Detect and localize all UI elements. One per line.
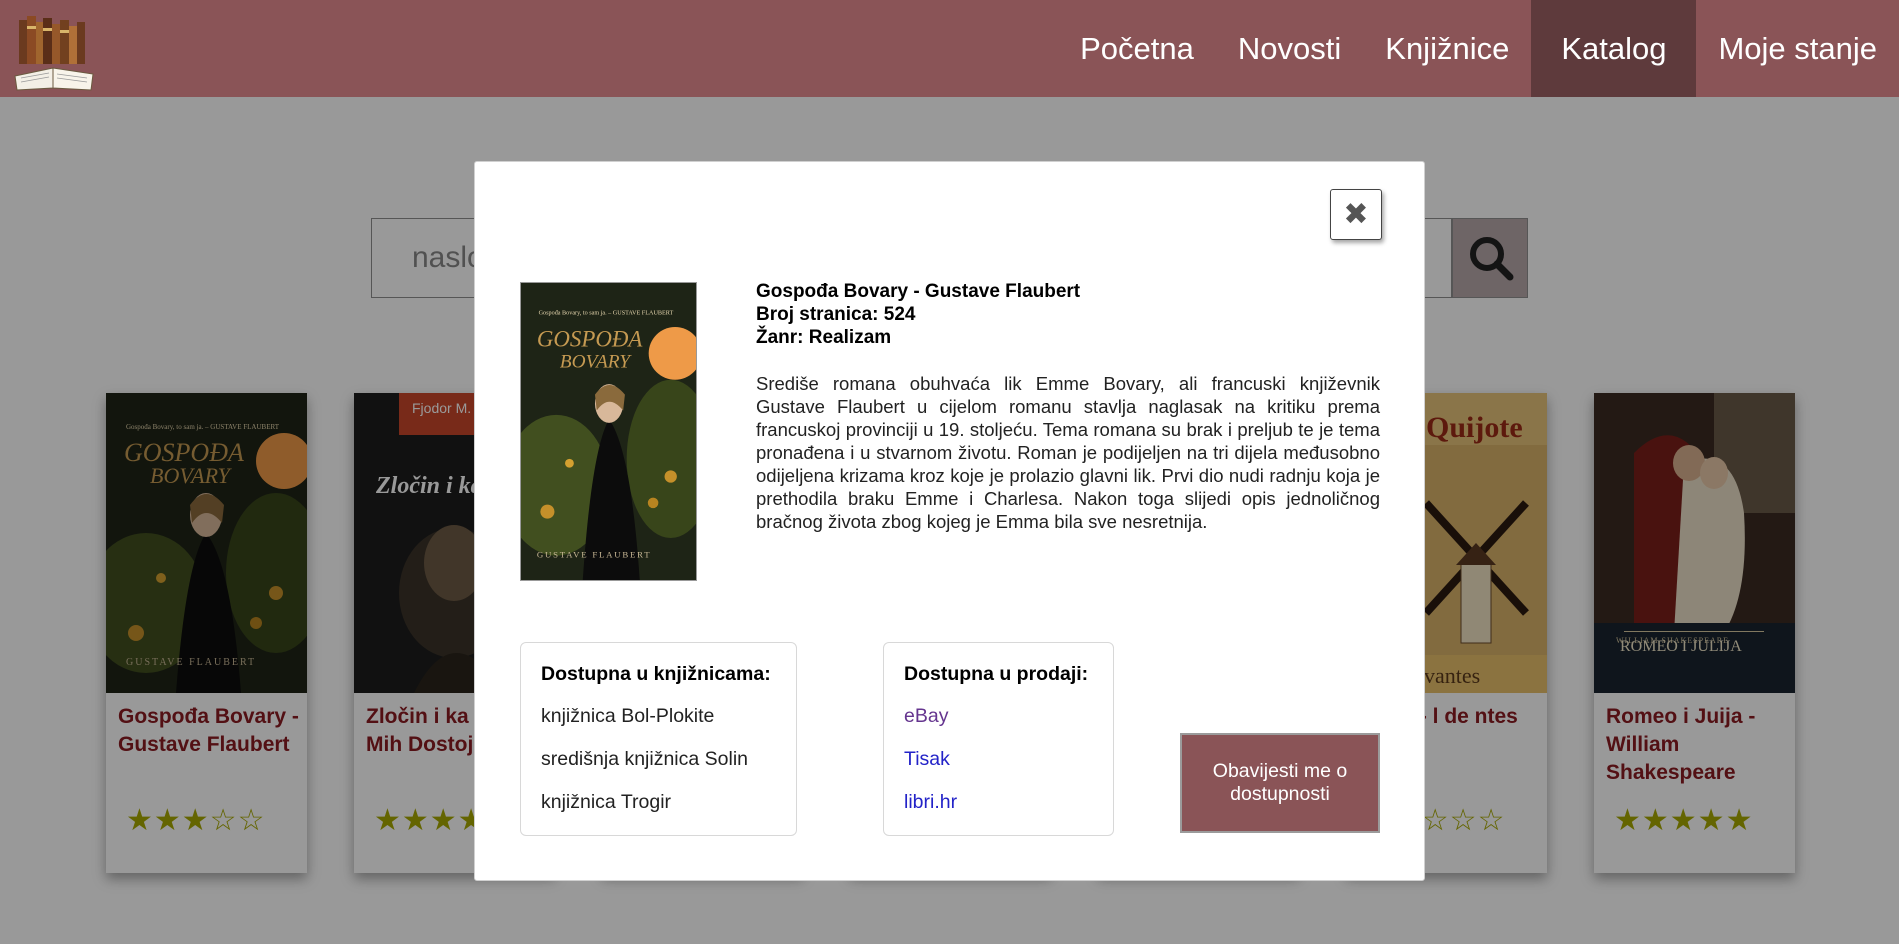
shop-link-libri[interactable]: libri.hr [904, 791, 957, 813]
shop-link-ebay[interactable]: eBay [904, 705, 948, 727]
library-logo[interactable] [13, 14, 97, 92]
shop-link-tisak[interactable]: Tisak [904, 748, 950, 770]
library-availability-title: Dostupna u knjižnicama: [541, 663, 771, 685]
modal-cover-title-1: GOSPOĐA [537, 326, 644, 351]
modal-book-cover: Gospođa Bovary, to sam ja. – GUSTAVE FLA… [520, 282, 697, 581]
book-genre: Žanr: Realizam [756, 327, 892, 348]
nav-item-moje-stanje[interactable]: Moje stanje [1696, 0, 1899, 97]
nav-item-knjiznice[interactable]: Knjižnice [1363, 0, 1531, 97]
book-pages: Broj stranica: 524 [756, 304, 916, 325]
notify-availability-button[interactable]: Obavijesti me o dostupnosti [1180, 733, 1380, 833]
nav-item-novosti[interactable]: Novosti [1216, 0, 1363, 97]
book-title-author: Gospođa Bovary - Gustave Flaubert [756, 281, 1081, 302]
book-description: Središe romana obuhvaća lik Emme Bovary,… [756, 373, 1380, 532]
modal-cover-tagline: Gospođa Bovary, to sam ja. – GUSTAVE FLA… [539, 311, 674, 317]
book-details-modal: ✖ Gospođa Bovary, to sam ja. – GUSTAVE F… [474, 161, 1425, 881]
header: Početna Novosti Knjižnice Katalog Moje s… [0, 0, 1899, 97]
book-info: Gospođa Bovary - Gustave Flaubert Broj s… [756, 280, 1380, 533]
close-button[interactable]: ✖ [1330, 189, 1382, 240]
library-availability: Dostupna u knjižnicama: knjižnica Bol-Pl… [520, 642, 797, 836]
nav-item-pocetna[interactable]: Početna [1058, 0, 1216, 97]
shop-availability: Dostupna u prodaji: eBay Tisak libri.hr [883, 642, 1114, 836]
library-item: središnja knjižnica Solin [541, 748, 749, 770]
library-item: knjižnica Trogir [541, 791, 672, 813]
shop-availability-title: Dostupna u prodaji: [904, 663, 1089, 685]
main-nav: Početna Novosti Knjižnice Katalog Moje s… [1058, 0, 1899, 97]
modal-cover-author: GUSTAVE FLAUBERT [537, 549, 652, 559]
library-item: knjižnica Bol-Plokite [541, 705, 715, 727]
close-icon: ✖ [1343, 198, 1369, 231]
nav-item-katalog[interactable]: Katalog [1531, 0, 1697, 97]
modal-cover-title-2: BOVARY [560, 351, 633, 372]
